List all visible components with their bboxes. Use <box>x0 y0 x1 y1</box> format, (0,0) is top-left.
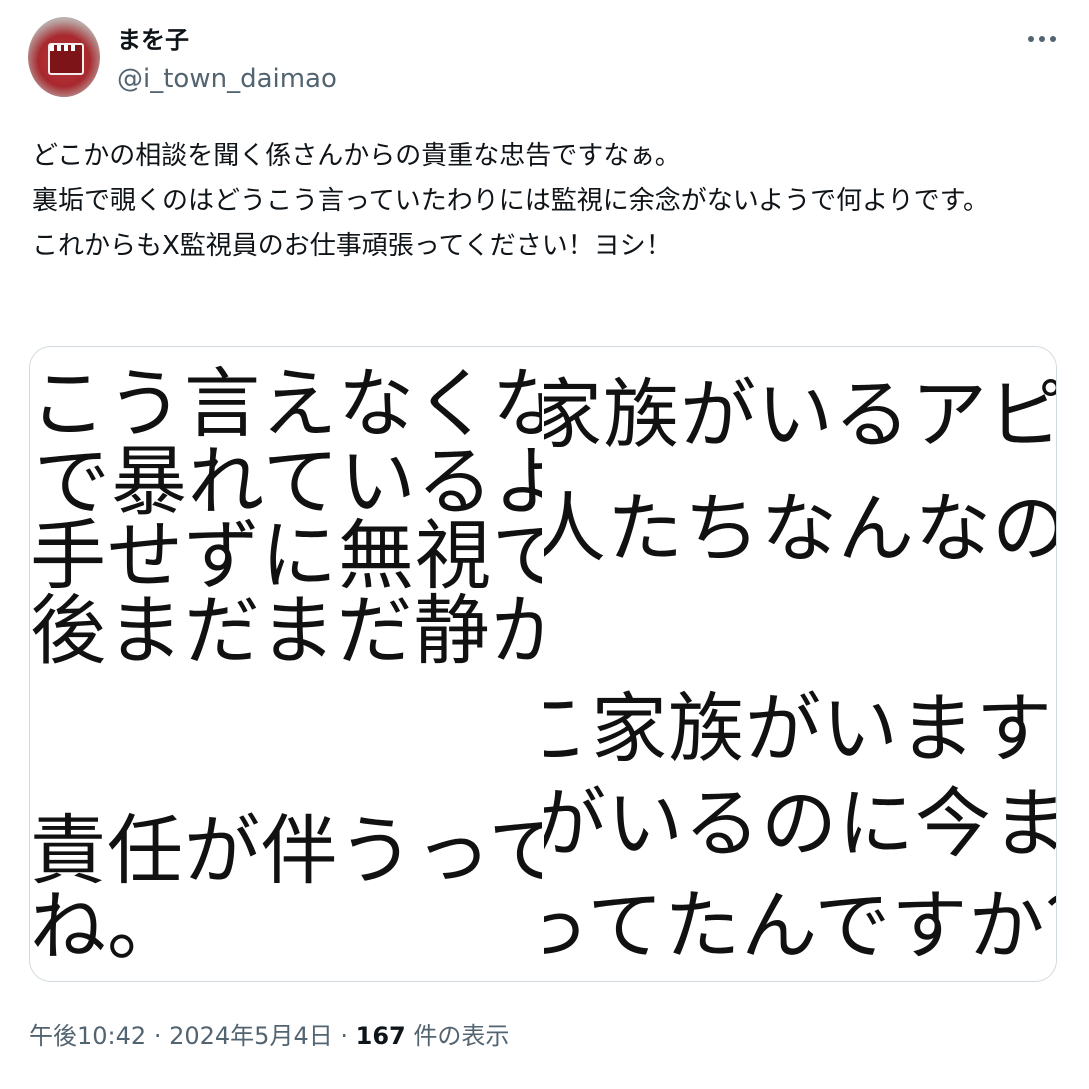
separator-dot: · <box>340 1022 348 1050</box>
separator-dot: · <box>153 1022 162 1050</box>
tweet-line: これからもX監視員のお仕事頑張ってください！ヨシ！ <box>32 231 672 261</box>
view-label: 件の表示 <box>413 1022 510 1050</box>
image-text-line: ってたんですか？ <box>544 881 1056 970</box>
media-image-left[interactable]: こう言えなくなった人 で暴れているようです 手せずに無視でいいで 後まだまだ静か… <box>30 347 542 981</box>
image-text-line: 後まだまだ静かになり <box>30 586 542 675</box>
tweet: まを子 @i_town_daimao どこかの相談を聞く係さんからの貴重な忠告で… <box>0 0 1089 1089</box>
tweet-line: 裏垢で覗くのはどうこう言っていたわりには監視に余念がないようで何よりです。 <box>32 186 990 216</box>
image-text-line: 責任が伴うって十分に <box>30 806 542 895</box>
more-horizontal-icon <box>1028 36 1056 42</box>
image-text-line: 人たちなんなの(笑 <box>544 484 1056 573</box>
image-text-line: で暴れているようです <box>34 437 542 526</box>
tweet-line: どこかの相談を聞く係さんからの貴重な忠告ですなぁ。 <box>32 141 681 171</box>
tweet-meta: 午後10:42 · 2024年5月4日 · 167 件の表示 <box>29 1018 509 1054</box>
image-text-line: ね。 <box>30 882 184 971</box>
avatar-teeth <box>50 45 78 51</box>
image-text-line: こう言えなくなった人 <box>30 359 542 448</box>
image-text-line: がいるのに今まで <box>544 779 1056 868</box>
media-image[interactable]: こう言えなくなった人 で暴れているようです 手せずに無視でいいで 後まだまだ静か… <box>29 346 1057 982</box>
image-text-line: こ家族がいますけ <box>544 684 1056 773</box>
tweet-date[interactable]: 2024年5月4日 <box>169 1022 333 1050</box>
avatar[interactable] <box>28 17 100 97</box>
display-name[interactable]: まを子 <box>117 24 189 56</box>
view-count: 167 <box>355 1022 406 1050</box>
tweet-text: どこかの相談を聞く係さんからの貴重な忠告ですなぁ。 裏垢で覗くのはどうこう言って… <box>32 134 1042 269</box>
more-options-button[interactable] <box>1022 22 1062 56</box>
image-text-line: 手せずに無視でいいで <box>30 511 542 600</box>
tweet-time[interactable]: 午後10:42 <box>29 1022 146 1050</box>
user-handle[interactable]: @i_town_daimao <box>117 62 337 96</box>
media-image-right[interactable]: 家族がいるアピー 人たちなんなの(笑 こ家族がいますけ がいるのに今まで ってた… <box>544 347 1056 981</box>
image-text-line: 家族がいるアピー <box>544 370 1056 459</box>
